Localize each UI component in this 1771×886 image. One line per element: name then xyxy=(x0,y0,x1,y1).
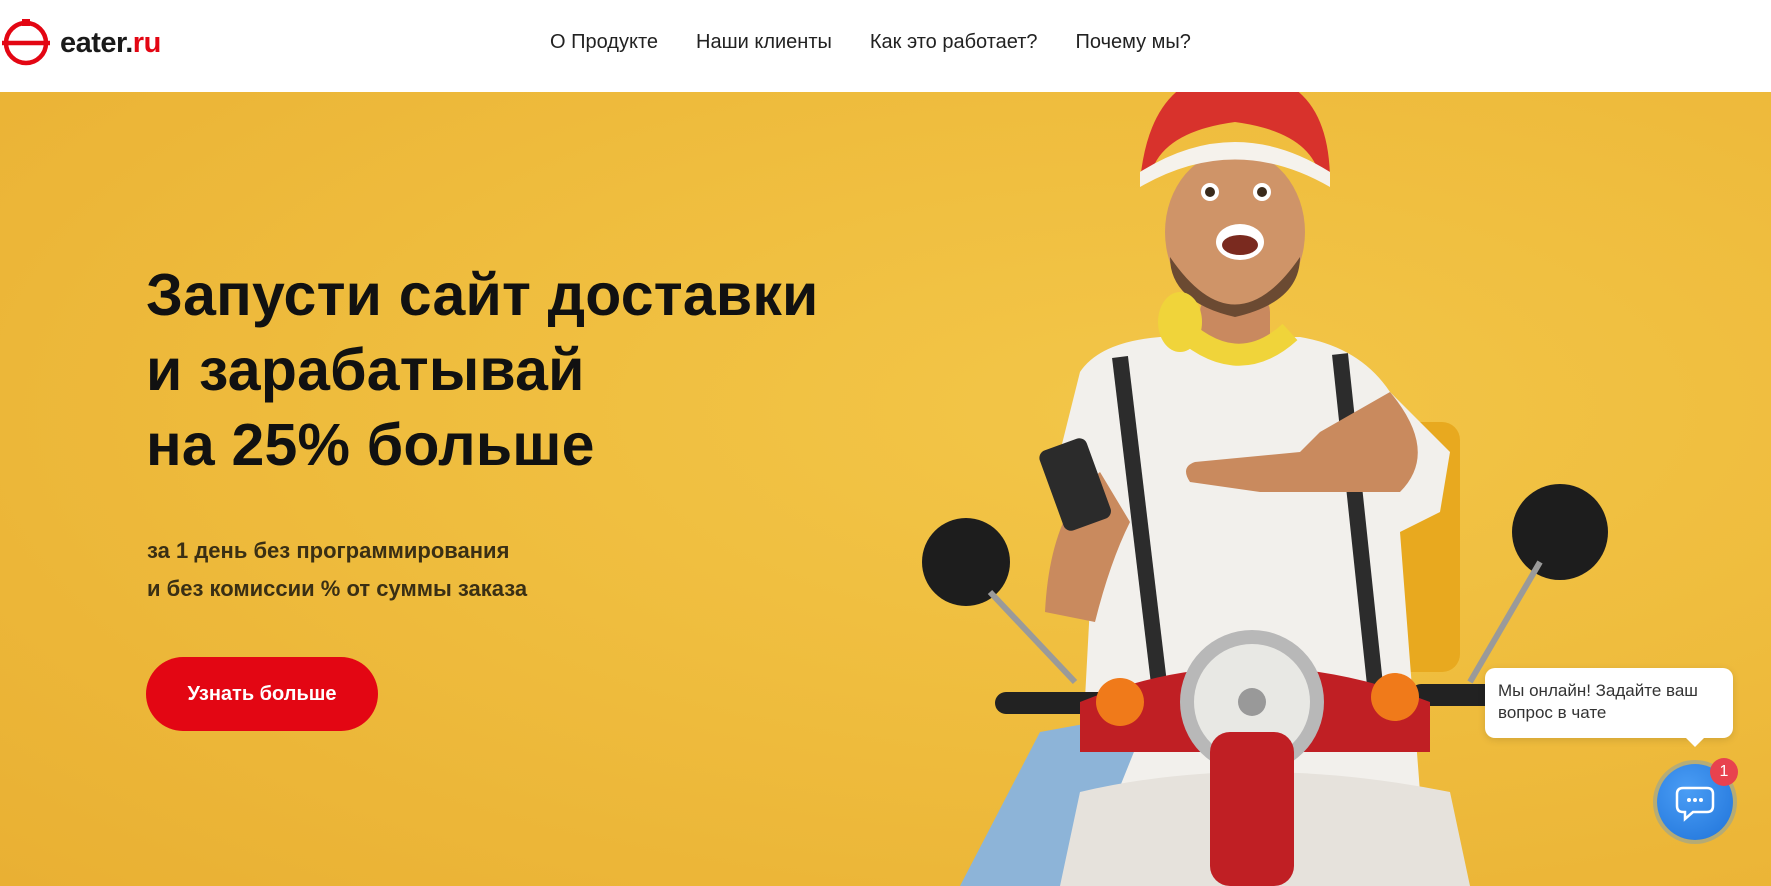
hero-section: Запусти сайт доставки и зарабатывай на 2… xyxy=(0,92,1771,886)
nav-item-why-us[interactable]: Почему мы? xyxy=(1076,26,1191,58)
chat-greeting-bubble[interactable]: Мы онлайн! Задайте ваш вопрос в чате xyxy=(1485,668,1733,747)
nav-item-clients[interactable]: Наши клиенты xyxy=(696,26,832,58)
site-header: eater.ru О Продукте Наши клиенты Как это… xyxy=(0,0,1771,92)
logo[interactable]: eater.ru xyxy=(2,18,161,68)
unread-count-badge: 1 xyxy=(1710,758,1738,786)
courier-on-scooter-image xyxy=(922,92,1608,886)
hero-subtitle: за 1 день без программирования и без ком… xyxy=(147,538,528,601)
main-nav: О Продукте Наши клиенты Как это работает… xyxy=(550,26,1229,58)
nav-item-product[interactable]: О Продукте xyxy=(550,26,658,58)
logo-text: eater.ru xyxy=(60,26,161,59)
chat-bubbles-icon xyxy=(1675,786,1715,822)
dish-cover-icon xyxy=(2,19,50,66)
learn-more-button[interactable]: Узнать больше xyxy=(146,657,378,731)
nav-item-how-it-works[interactable]: Как это работает? xyxy=(870,26,1038,58)
hero-title: Запусти сайт доставки и зарабатывай на 2… xyxy=(146,262,819,478)
